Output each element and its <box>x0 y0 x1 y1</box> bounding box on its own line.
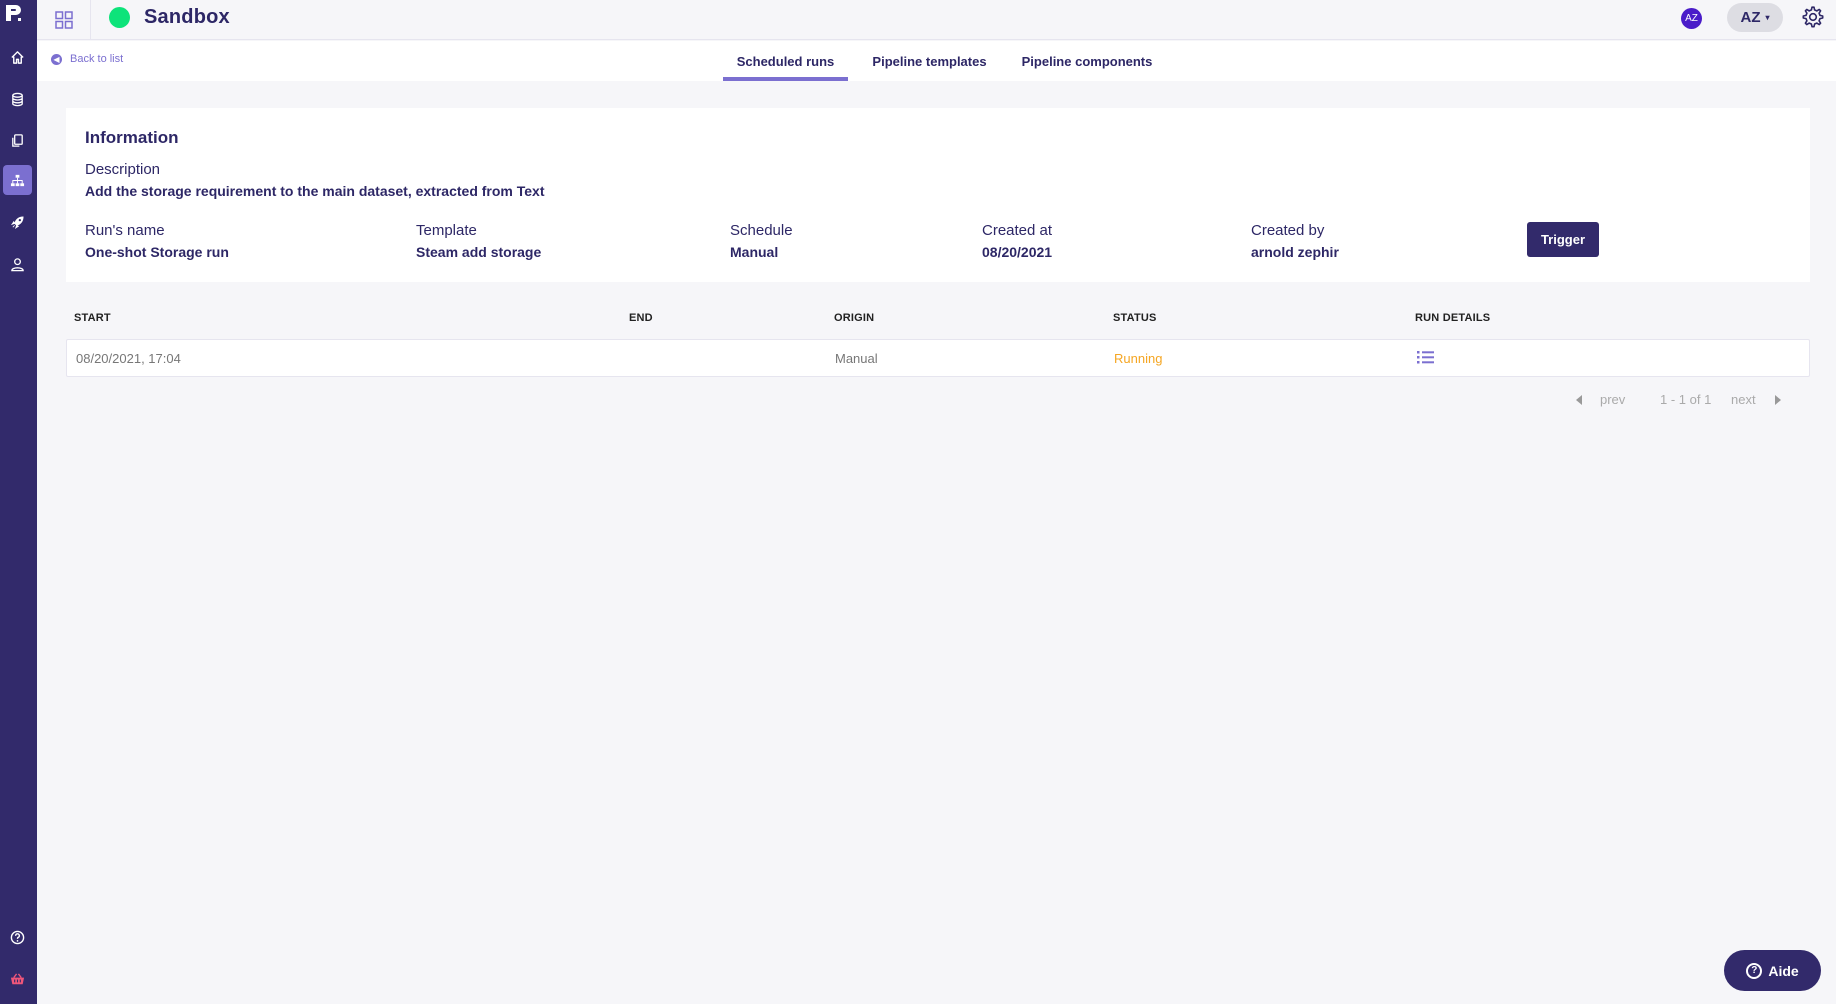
logo-icon <box>6 5 21 21</box>
trigger-button[interactable]: Trigger <box>1527 222 1599 257</box>
help-button-label: Aide <box>1768 962 1799 979</box>
settings-button[interactable] <box>1801 5 1825 29</box>
tab-scheduled-runs[interactable]: Scheduled runs <box>723 41 848 81</box>
sidebar-item-documents[interactable] <box>3 125 32 155</box>
description-label: Description <box>85 161 161 178</box>
sidebar-item-help[interactable] <box>3 922 32 952</box>
basket-icon <box>10 972 25 984</box>
created-at-value: 08/20/2021 <box>982 244 1053 260</box>
template-label: Template <box>416 222 477 239</box>
home-icon <box>11 50 24 64</box>
tabs-bar: ◀ Back to list Scheduled runs Pipeline t… <box>37 41 1836 81</box>
sidebar-item-marketplace[interactable] <box>3 964 32 994</box>
project-title: Sandbox <box>144 6 230 28</box>
next-page-button[interactable]: next <box>1731 392 1756 407</box>
next-page-arrow-icon[interactable] <box>1775 395 1781 405</box>
gear-icon <box>1802 6 1824 28</box>
run-name-value: One-shot Storage run <box>85 244 229 260</box>
project-status-dot <box>109 7 130 28</box>
sidebar <box>0 0 37 1004</box>
grid-icon <box>54 11 73 29</box>
chevron-down-icon: ▾ <box>1765 13 1770 22</box>
template-value: Steam add storage <box>416 244 542 260</box>
list-icon <box>1417 351 1434 364</box>
column-header-status: STATUS <box>1113 312 1157 324</box>
help-button[interactable]: ? Aide <box>1724 950 1821 991</box>
description-value: Add the storage requirement to the main … <box>85 183 545 199</box>
pagination-range: 1 - 1 of 1 <box>1660 392 1712 407</box>
information-card: Information Description Add the storage … <box>66 108 1810 282</box>
column-header-start: START <box>74 312 111 324</box>
sidebar-item-pipelines[interactable] <box>3 165 32 195</box>
rocket-icon <box>10 215 24 229</box>
help-icon <box>10 930 25 944</box>
tab-pipeline-components[interactable]: Pipeline components <box>1012 41 1162 81</box>
logo[interactable] <box>4 3 24 23</box>
prev-page-arrow-icon[interactable] <box>1576 395 1582 405</box>
sidebar-item-datasets[interactable] <box>3 84 32 114</box>
cell-start: 08/20/2021, 17:04 <box>76 351 181 366</box>
database-icon <box>12 92 23 106</box>
sidebar-item-deployments[interactable] <box>3 207 32 237</box>
column-header-end: END <box>629 312 653 324</box>
avatar[interactable]: AZ <box>1681 8 1702 29</box>
schedule-value: Manual <box>730 244 779 260</box>
user-menu-label: AZ <box>1740 9 1761 26</box>
sidebar-item-users[interactable] <box>3 249 32 279</box>
schedule-label: Schedule <box>730 222 793 239</box>
status-badge: Running <box>1114 351 1163 366</box>
information-title: Information <box>85 128 179 147</box>
apps-menu-button[interactable] <box>37 0 91 40</box>
cell-origin: Manual <box>835 351 878 366</box>
sidebar-item-home[interactable] <box>3 42 32 72</box>
column-header-origin: ORIGIN <box>834 312 875 324</box>
sitemap-icon <box>10 174 25 186</box>
table-row: 08/20/2021, 17:04 Manual Running <box>66 339 1810 377</box>
run-name-label: Run's name <box>85 222 165 239</box>
copy-icon <box>12 133 23 147</box>
column-header-run-details: RUN DETAILS <box>1415 312 1491 324</box>
created-by-value: arnold zephir <box>1251 244 1339 260</box>
created-by-label: Created by <box>1251 222 1325 239</box>
back-to-list-link[interactable]: ◀ Back to list <box>51 53 123 65</box>
top-header: Sandbox AZ AZ ▾ <box>37 0 1836 40</box>
help-icon: ? <box>1746 962 1763 979</box>
run-details-button[interactable] <box>1417 350 1434 370</box>
user-icon <box>11 257 24 271</box>
user-menu-button[interactable]: AZ ▾ <box>1727 3 1783 32</box>
tab-pipeline-templates[interactable]: Pipeline templates <box>862 41 997 81</box>
back-to-list-label: Back to list <box>70 53 124 65</box>
arrow-left-icon: ◀ <box>51 53 62 65</box>
created-at-label: Created at <box>982 222 1053 239</box>
prev-page-button[interactable]: prev <box>1600 392 1625 407</box>
